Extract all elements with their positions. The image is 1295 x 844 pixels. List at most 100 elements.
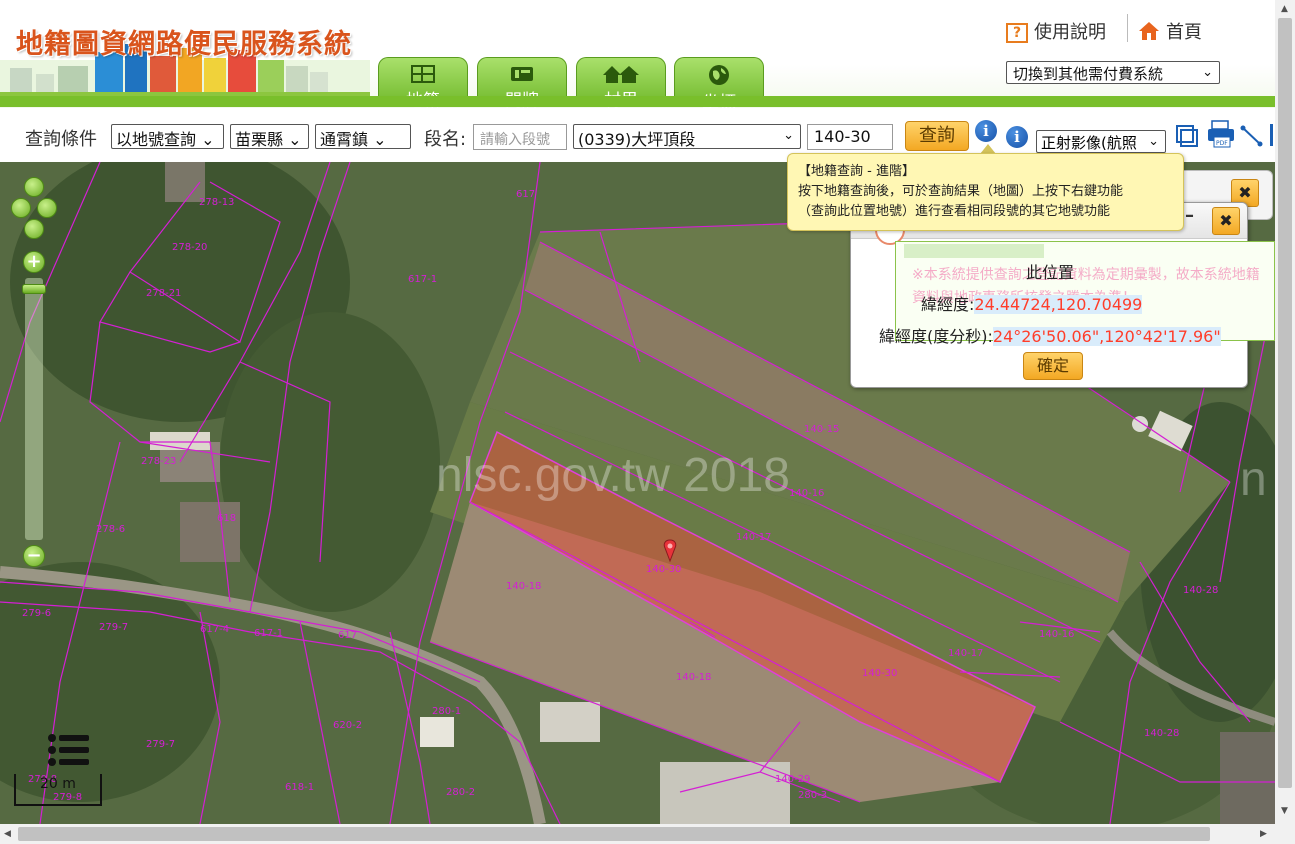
zoom-in-button[interactable]: + <box>23 251 45 273</box>
county-value: 苗栗縣 <box>235 130 284 149</box>
map-canvas[interactable]: 278-13 278-20 278-21 617 617-1 278-23 27… <box>0 162 1275 824</box>
toolbar-overflow-edge <box>1270 124 1273 146</box>
parcel-label: 140-16 <box>1039 629 1075 640</box>
parcel-label: 140-29 <box>775 774 811 785</box>
logo[interactable]: 地籍圖資網路便民服務系統 <box>0 0 370 100</box>
site-title: 地籍圖資網路便民服務系統 <box>16 29 352 60</box>
horizontal-scroll-thumb[interactable] <box>18 827 1210 841</box>
parcel-label: 618-1 <box>285 782 315 793</box>
info-icon[interactable]: i <box>1006 126 1028 148</box>
parcel-label: 140-28 <box>1183 585 1219 596</box>
dms-row: 緯經度(度分秒):24°26'50.06",120°42'17.96" <box>879 323 1221 347</box>
parcel-label: 278-20 <box>172 242 208 253</box>
parcel-label: 617-1 <box>254 628 284 639</box>
vertical-scroll-thumb[interactable] <box>1278 18 1292 788</box>
latlon-label: 緯經度: <box>921 295 975 314</box>
help-question-icon: ? <box>1006 23 1028 43</box>
parcel-label: 280-2 <box>446 787 476 798</box>
layer-list-icon[interactable] <box>44 732 92 774</box>
parcel-label: 140-17 <box>736 532 772 543</box>
basemap-select[interactable]: 正射影像(航照 ⌄ <box>1036 130 1166 153</box>
parcel-label: 278-23 <box>141 456 177 467</box>
town-select[interactable]: 通霄鎮 ⌄ <box>315 124 411 149</box>
parcel-grid-icon <box>411 65 435 83</box>
close-icon[interactable]: ✖ <box>1212 207 1240 235</box>
basemap-value: 正射影像(航照 <box>1041 134 1137 152</box>
map-watermark: nlsc.gov.tw 2018 <box>436 449 790 502</box>
window-icon[interactable] <box>1175 124 1199 148</box>
scroll-up-icon[interactable]: ▲ <box>1281 4 1288 14</box>
section-value: (0339)大坪頂段 <box>578 130 696 149</box>
parcel-label: 140-28 <box>1144 728 1180 739</box>
app-window: 地籍圖資網路便民服務系統 地籍 門牌 村里 <box>0 0 1295 844</box>
parcel-label: 140-18 <box>676 672 712 683</box>
parcel-label: 617 <box>516 189 536 200</box>
parcel-label: 140-17 <box>948 648 984 659</box>
tooltip-line: （查詢此位置地號）進行查看相同段號的其它地號功能 <box>798 204 1111 219</box>
dms-value: 24°26'50.06",120°42'17.96" <box>992 327 1221 346</box>
header: 地籍圖資網路便民服務系統 地籍 門牌 村里 <box>0 0 1275 113</box>
svg-text:PDF: PDF <box>1216 140 1228 147</box>
query-mode-value: 以地號查詢 <box>116 130 197 149</box>
parcel-label: 620-2 <box>333 720 363 731</box>
zoom-out-button[interactable]: − <box>23 545 45 567</box>
latlon-value: 24.44724,120.70499 <box>974 295 1143 314</box>
header-green-bar <box>0 96 1275 107</box>
system-switch-select[interactable]: 切換到其他需付費系統 ⌄ <box>1006 61 1220 84</box>
confirm-button[interactable]: 確定 <box>1023 352 1083 380</box>
home-label: 首頁 <box>1166 22 1202 43</box>
parcel-label: 140-15 <box>804 424 840 435</box>
section-number-input[interactable]: 請輸入段號 <box>473 124 567 150</box>
parcel-label: 278-6 <box>96 524 126 535</box>
parcel-label: 140-30 <box>862 668 898 679</box>
section-label: 段名: <box>424 129 467 150</box>
map-watermark-fragment: n <box>1240 453 1267 506</box>
section-select[interactable]: (0339)大坪頂段 ⌄ <box>573 124 801 149</box>
scroll-down-icon[interactable]: ▼ <box>1281 806 1288 816</box>
help-link[interactable]: ? 使用說明 <box>1006 18 1106 44</box>
parcel-label: 617 <box>338 630 358 641</box>
tooltip-title: 【地籍查詢 - 進階】 <box>798 164 915 179</box>
parcel-number-input[interactable]: 140-30 <box>807 124 893 150</box>
system-switch-value: 切換到其他需付費系統 <box>1013 65 1164 83</box>
pan-up-icon[interactable] <box>24 177 44 197</box>
latlon-row: 緯經度:24.44724,120.70499 <box>921 291 1143 315</box>
parcel-label: 617-4 <box>200 624 230 635</box>
pan-down-icon[interactable] <box>24 219 44 239</box>
query-condition-label: 查詢條件 <box>25 129 97 150</box>
village-houses-icon <box>603 66 639 83</box>
header-divider <box>1127 14 1128 42</box>
print-pdf-icon[interactable]: PDF <box>1206 119 1236 149</box>
scale-bar: 20 m <box>14 774 102 806</box>
home-icon <box>1139 22 1159 40</box>
info-icon[interactable]: i <box>975 120 997 142</box>
parcel-label: 140-18 <box>506 581 542 592</box>
parcel-label: 617-1 <box>408 274 438 285</box>
pan-right-icon[interactable] <box>37 198 57 218</box>
pan-left-icon[interactable] <box>11 198 31 218</box>
pan-control[interactable] <box>11 177 57 239</box>
chevron-down-icon: ⌄ <box>1148 134 1159 149</box>
search-button[interactable]: 查詢 <box>905 121 969 151</box>
doorplate-icon <box>511 67 533 81</box>
scroll-left-icon[interactable]: ◀ <box>4 829 11 839</box>
query-mode-select[interactable]: 以地號查詢 ⌄ <box>111 124 224 149</box>
zoom-slider-track[interactable] <box>25 278 43 540</box>
town-value: 通霄鎮 <box>320 130 369 149</box>
minimize-icon[interactable]: – <box>1185 205 1194 226</box>
parcel-label: 140-30 <box>646 564 682 575</box>
info-tooltip: 【地籍查詢 - 進階】 按下地籍查詢後，可於查詢結果（地圖）上按下右鍵功能 （查… <box>787 153 1184 231</box>
measure-icon[interactable] <box>1240 124 1264 148</box>
home-link[interactable]: 首頁 <box>1138 18 1202 44</box>
parcel-label: 279-7 <box>146 739 176 750</box>
parcel-label: 140-16 <box>789 488 825 499</box>
scroll-right-icon[interactable]: ▶ <box>1260 829 1267 839</box>
parcel-label: 278-13 <box>199 197 235 208</box>
position-title: 此位置 <box>1025 263 1074 282</box>
chevron-down-icon: ⌄ <box>1202 65 1213 80</box>
notice-green-bar <box>904 244 1044 258</box>
county-select[interactable]: 苗栗縣 ⌄ <box>230 124 309 149</box>
location-pin-icon[interactable] <box>661 539 679 563</box>
help-label: 使用說明 <box>1034 22 1106 43</box>
zoom-slider-handle[interactable] <box>22 284 46 294</box>
